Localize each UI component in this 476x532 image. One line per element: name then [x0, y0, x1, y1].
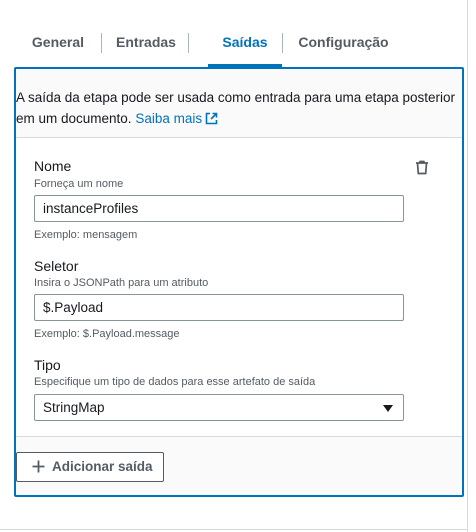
- tab-saidas[interactable]: Saídas: [208, 22, 282, 66]
- tab-separator: [101, 33, 102, 53]
- type-select-value: StringMap: [43, 400, 105, 415]
- tab-entradas[interactable]: Entradas: [106, 22, 186, 66]
- tab-bar: General Entradas Saídas Configuração: [14, 22, 464, 67]
- description-text: A saída da etapa pode ser usada como ent…: [16, 90, 456, 126]
- add-output-button[interactable]: Adicionar saída: [16, 452, 164, 482]
- learn-more-link[interactable]: Saiba mais: [135, 111, 218, 126]
- output-card: Nome Forneça um nome instanceProfiles Ex…: [16, 137, 462, 437]
- tab-separator: [282, 33, 283, 53]
- name-input[interactable]: instanceProfiles: [34, 195, 404, 222]
- selector-input[interactable]: $.Payload: [34, 294, 404, 321]
- outputs-panel: A saída da etapa pode ser usada como ent…: [14, 67, 464, 497]
- tab-configuracao[interactable]: Configuração: [287, 22, 400, 66]
- type-hint: Especifique um tipo de dados para esse a…: [34, 376, 316, 388]
- chevron-down-icon: [383, 405, 393, 412]
- tab-separator: [188, 33, 189, 53]
- external-link-icon: [205, 112, 218, 125]
- add-output-label: Adicionar saída: [52, 459, 153, 474]
- type-label: Tipo: [34, 357, 61, 373]
- plus-icon: [32, 460, 45, 473]
- type-select[interactable]: StringMap: [34, 394, 404, 421]
- panel-right-border: [467, 0, 468, 532]
- panel-bottom-border: [0, 529, 468, 530]
- name-label: Nome: [34, 158, 72, 174]
- selector-hint: Insira o JSONPath para um atributo: [34, 277, 209, 289]
- tab-general[interactable]: General: [16, 22, 100, 66]
- outputs-description: A saída da etapa pode ser usada como ent…: [16, 87, 462, 129]
- selector-label: Seletor: [34, 258, 79, 274]
- name-example: Exemplo: mensagem: [34, 229, 138, 241]
- remove-output-button[interactable]: [415, 160, 429, 180]
- selector-example: Exemplo: $.Payload.message: [34, 328, 180, 340]
- trash-icon: [416, 160, 428, 175]
- name-hint: Forneça um nome: [34, 178, 124, 190]
